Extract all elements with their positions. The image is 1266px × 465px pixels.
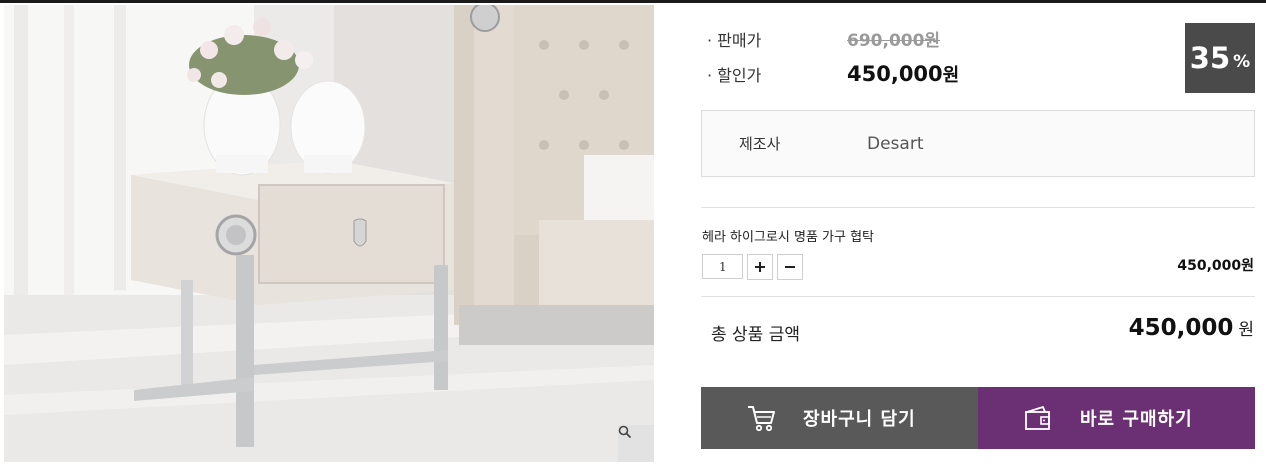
buy-now-button[interactable]: 바로 구매하기 [978, 387, 1255, 449]
sale-price-row: · 할인가 450,000원 [707, 61, 959, 87]
list-price-row: · 판매가 690,000원 [707, 26, 941, 52]
sale-price-unit: 원 [942, 65, 960, 86]
product-image[interactable] [4, 5, 654, 462]
quantity-decrease-button[interactable] [777, 254, 803, 280]
add-to-cart-button[interactable]: 장바구니 담기 [701, 387, 978, 449]
cart-icon [741, 398, 781, 438]
divider [701, 207, 1255, 208]
discount-unit: % [1233, 52, 1251, 72]
minus-icon [785, 266, 795, 268]
list-price-value: 690,000원 [847, 31, 941, 51]
quantity-input[interactable] [702, 254, 743, 279]
divider [701, 296, 1255, 297]
option-line-price: 450,000원 [1177, 258, 1254, 274]
total-amount-unit: 원 [1238, 320, 1254, 340]
buy-now-label: 바로 구매하기 [1080, 409, 1193, 430]
plus-icon [755, 262, 765, 272]
maker-value: Desart [867, 133, 924, 154]
add-to-cart-label: 장바구니 담기 [803, 409, 916, 430]
zoom-button[interactable] [618, 425, 654, 462]
sale-price-amount: 450,000 [847, 62, 943, 86]
discount-badge: 35 % [1185, 23, 1255, 93]
total-amount-number: 450,000 [1128, 315, 1234, 341]
top-divider [0, 0, 1266, 3]
discount-number: 35 [1189, 41, 1231, 75]
sale-price-value: 450,000원 [847, 61, 959, 87]
sale-price-label: · 할인가 [707, 66, 762, 85]
quantity-increase-button[interactable] [747, 254, 773, 280]
magnifier-icon [618, 425, 632, 439]
list-price-label: · 판매가 [707, 30, 762, 50]
product-photo-illustration [4, 5, 654, 462]
wallet-icon [1018, 398, 1058, 438]
total-label: 총 상품 금액 [711, 325, 801, 345]
maker-label: 제조사 [739, 135, 781, 153]
total-amount: 450,000 원 [1129, 315, 1254, 341]
option-name: 헤라 하이그로시 명품 가구 협탁 [702, 230, 875, 245]
maker-info-box: 제조사 Desart [701, 110, 1255, 177]
